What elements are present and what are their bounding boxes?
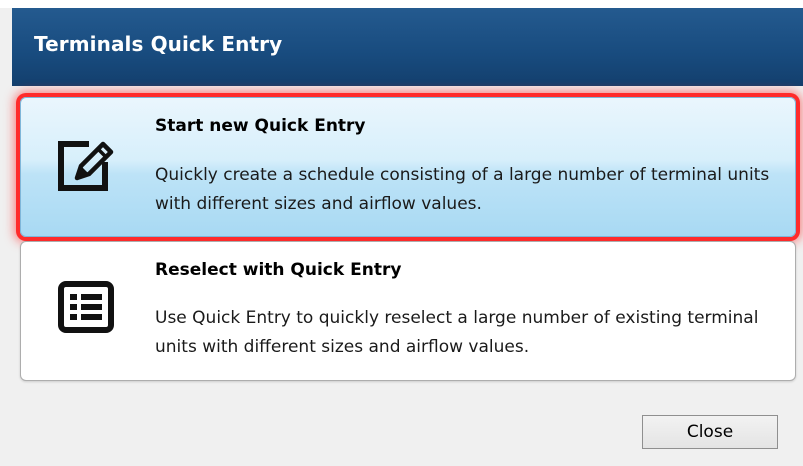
option-title: Reselect with Quick Entry	[155, 260, 402, 280]
reselect-quick-entry-option[interactable]: Reselect with Quick Entry Use Quick Entr…	[20, 241, 796, 381]
start-new-quick-entry-option[interactable]: Start new Quick Entry Quickly create a s…	[20, 97, 796, 237]
option-description: Quickly create a schedule consisting of …	[155, 165, 770, 214]
dialog-title: Terminals Quick Entry	[34, 32, 283, 56]
edit-pencil-icon	[58, 141, 114, 191]
option-description: Use Quick Entry to quickly reselect a la…	[155, 308, 759, 357]
list-icon	[58, 281, 114, 333]
footer-divider	[12, 386, 803, 387]
close-button[interactable]: Close	[642, 415, 778, 449]
option-title: Start new Quick Entry	[155, 116, 366, 136]
dialog-titlebar: Terminals Quick Entry	[12, 8, 803, 86]
top-strip	[0, 0, 803, 8]
quick-entry-dialog: Terminals Quick Entry Start new Quick En…	[0, 0, 803, 466]
